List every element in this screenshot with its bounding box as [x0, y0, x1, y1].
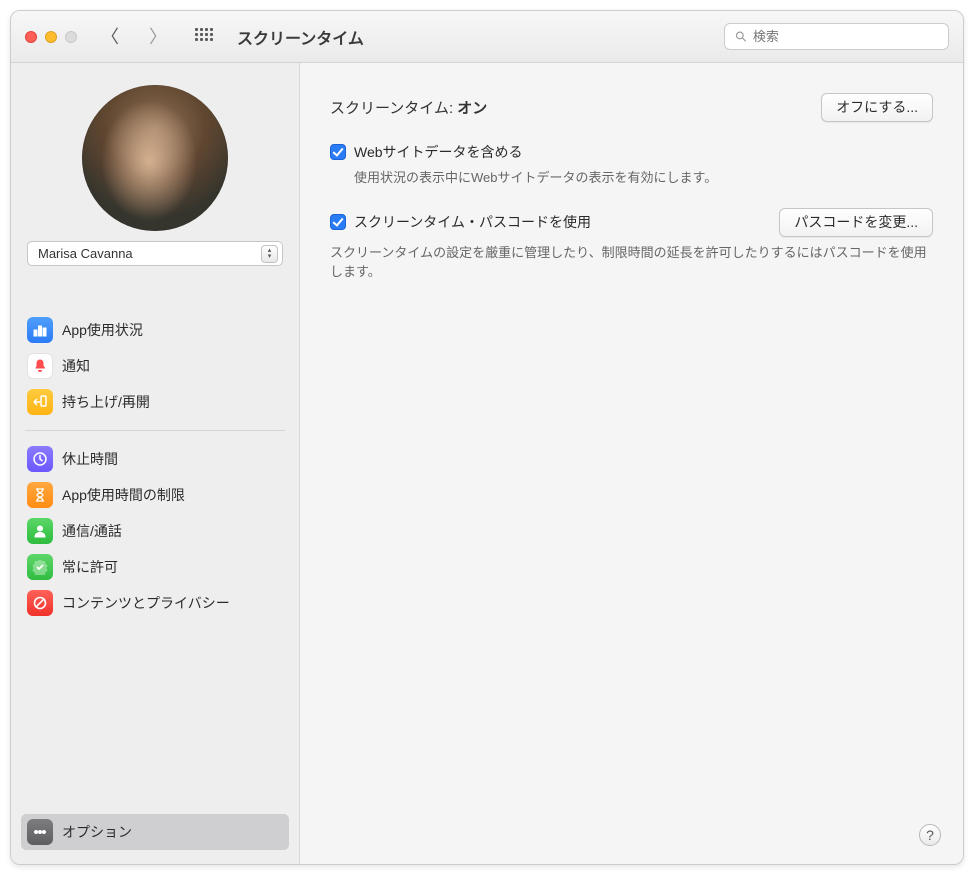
window-title: スクリーンタイム — [237, 25, 364, 49]
show-all-grid-icon[interactable] — [195, 28, 213, 46]
user-selector-stepper[interactable]: ▴▾ — [261, 245, 278, 263]
sidebar-item-downtime[interactable]: 休止時間 — [21, 441, 289, 477]
pickup-icon — [27, 389, 53, 415]
include-website-data-label: Webサイトデータを含める — [354, 142, 523, 162]
search-field[interactable] — [724, 23, 949, 50]
sidebar-divider — [25, 430, 285, 431]
sidebar-item-app-usage[interactable]: App使用状況 — [21, 312, 289, 348]
ellipsis-icon — [27, 819, 53, 845]
traffic-lights — [25, 31, 77, 43]
turn-off-button[interactable]: オフにする... — [821, 93, 933, 122]
close-window-button[interactable] — [25, 31, 37, 43]
bar-chart-icon — [27, 317, 53, 343]
passcode-section: スクリーンタイム・パスコードを使用 パスコードを変更... スクリーンタイムの設… — [330, 208, 933, 282]
sidebar-item-label: 通信/通話 — [62, 521, 122, 541]
sidebar-item-always-allowed[interactable]: 常に許可 — [21, 549, 289, 585]
bell-icon — [27, 353, 53, 379]
change-passcode-button[interactable]: パスコードを変更... — [779, 208, 933, 237]
sidebar-item-label: 休止時間 — [62, 449, 118, 469]
sidebar-item-label: 持ち上げ/再開 — [62, 392, 150, 412]
include-website-data-desc: 使用状況の表示中にWebサイトデータの表示を有効にします。 — [330, 168, 933, 188]
sidebar-item-pickups[interactable]: 持ち上げ/再開 — [21, 384, 289, 420]
back-button[interactable]: 〈 — [95, 24, 125, 50]
sidebar-item-notifications[interactable]: 通知 — [21, 348, 289, 384]
user-avatar — [82, 85, 228, 231]
sidebar-item-label: 通知 — [62, 356, 90, 376]
forward-button: 〉 — [143, 24, 173, 50]
clock-icon — [27, 446, 53, 472]
include-website-data-checkbox[interactable] — [330, 144, 346, 160]
search-icon — [735, 30, 747, 43]
no-sign-icon — [27, 590, 53, 616]
sidebar-item-label: オプション — [62, 822, 132, 842]
include-website-data-section: Webサイトデータを含める 使用状況の表示中にWebサイトデータの表示を有効にし… — [330, 142, 933, 188]
sidebar-item-communication[interactable]: 通信/通話 — [21, 513, 289, 549]
screen-time-status: スクリーンタイム: オン — [330, 97, 487, 118]
body: Marisa Cavanna ▴▾ App使用状況 通知 — [11, 63, 963, 864]
titlebar: 〈 〉 スクリーンタイム — [11, 11, 963, 63]
preferences-window: 〈 〉 スクリーンタイム Marisa Cavanna ▴▾ — [10, 10, 964, 865]
sidebar-item-label: 常に許可 — [62, 557, 118, 577]
sidebar-item-label: App使用状況 — [62, 320, 143, 340]
checkmark-badge-icon — [27, 554, 53, 580]
search-input[interactable] — [753, 29, 938, 44]
passcode-desc: スクリーンタイムの設定を厳重に管理したり、制限時間の延長を許可したりするにはパス… — [330, 243, 933, 282]
sidebar-item-options[interactable]: オプション — [21, 814, 289, 850]
sidebar-item-app-limits[interactable]: App使用時間の制限 — [21, 477, 289, 513]
minimize-window-button[interactable] — [45, 31, 57, 43]
help-button[interactable]: ? — [919, 824, 941, 846]
sidebar-item-label: コンテンツとプライバシー — [62, 593, 230, 613]
sidebar-item-label: App使用時間の制限 — [62, 485, 185, 505]
use-passcode-label: スクリーンタイム・パスコードを使用 — [354, 212, 591, 232]
content-pane: スクリーンタイム: オン オフにする... Webサイトデータを含める 使用状況… — [300, 63, 963, 864]
hourglass-icon — [27, 482, 53, 508]
user-selector[interactable]: Marisa Cavanna ▴▾ — [27, 241, 283, 266]
sidebar-item-content-privacy[interactable]: コンテンツとプライバシー — [21, 585, 289, 621]
sidebar: Marisa Cavanna ▴▾ App使用状況 通知 — [11, 63, 300, 864]
person-icon — [27, 518, 53, 544]
zoom-window-button[interactable] — [65, 31, 77, 43]
status-row: スクリーンタイム: オン オフにする... — [330, 93, 933, 122]
use-passcode-checkbox[interactable] — [330, 214, 346, 230]
user-name: Marisa Cavanna — [38, 246, 133, 261]
